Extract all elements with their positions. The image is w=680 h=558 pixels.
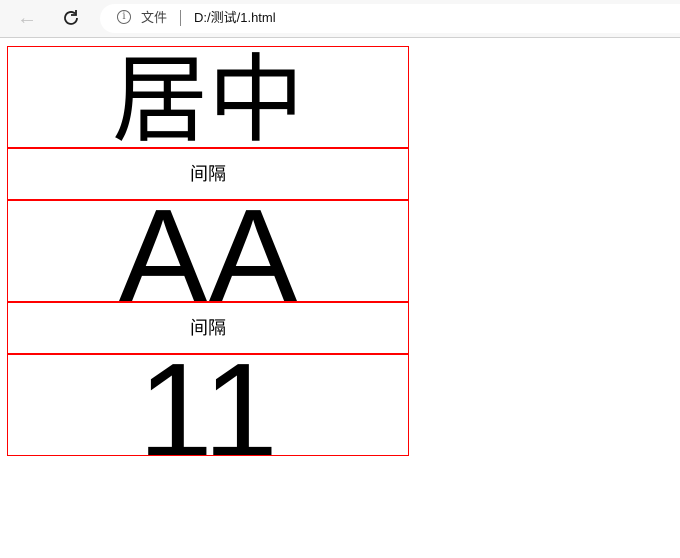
url-text[interactable]: D:/测试/1.html — [194, 10, 276, 26]
numbers-box: 11 — [7, 354, 409, 456]
address-bar[interactable] — [100, 4, 680, 33]
box-text: 居中 — [112, 47, 304, 148]
file-label: 文件 — [141, 10, 168, 25]
info-icon[interactable]: i — [117, 10, 131, 24]
back-button[interactable]: ← — [16, 7, 38, 29]
divider — [180, 10, 181, 26]
arrow-left-icon: ← — [17, 7, 37, 29]
gap-box: 间隔 — [7, 302, 409, 354]
reload-icon — [64, 10, 78, 25]
gap-box: 间隔 — [7, 148, 409, 200]
box-text: 间隔 — [190, 164, 226, 184]
box-text: 11 — [137, 354, 279, 456]
box-text: 间隔 — [190, 318, 226, 338]
center-box: 居中 — [7, 46, 409, 148]
browser-toolbar: ← i 文件 D:/测试/1.html — [0, 0, 680, 38]
aa-box: AA — [7, 200, 409, 302]
box-text: AA — [117, 200, 299, 302]
reload-button[interactable] — [60, 7, 82, 29]
